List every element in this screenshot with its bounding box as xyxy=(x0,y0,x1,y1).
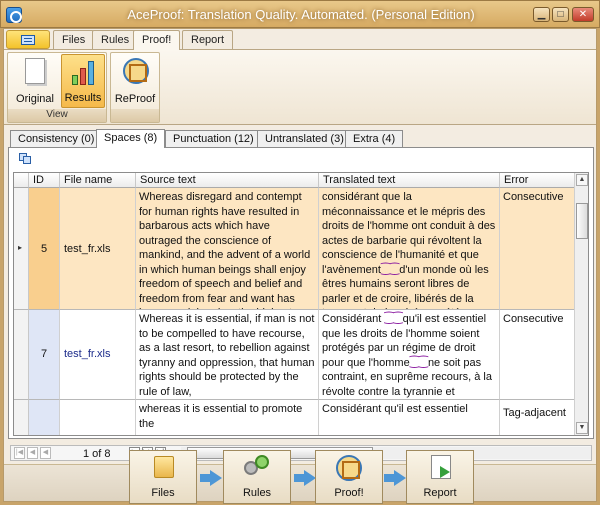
view-group: Original Results View xyxy=(7,52,107,123)
ribbon-tab-rules[interactable]: Rules xyxy=(92,30,139,49)
consecutive-space-marker: ⁐⁐ xyxy=(409,356,428,369)
menu-icon xyxy=(21,35,35,45)
report-icon xyxy=(431,455,451,479)
workflow-report-label: Report xyxy=(423,487,457,499)
consecutive-space-marker: ⁐⁐ xyxy=(380,263,400,276)
column-header-file-name[interactable]: File name xyxy=(60,173,136,188)
vitruvian-icon xyxy=(336,455,362,481)
bar-chart-icon xyxy=(72,59,98,85)
column-header-error[interactable]: Error xyxy=(500,173,576,188)
table-row-id[interactable] xyxy=(29,400,60,435)
application-menu-button[interactable] xyxy=(6,30,50,49)
table-row-error[interactable]: Tag-adjacent xyxy=(500,400,576,435)
workflow-proof-button[interactable]: Proof! xyxy=(315,450,383,504)
copy-icon[interactable] xyxy=(19,153,31,164)
original-button[interactable]: Original xyxy=(13,54,57,108)
table-row-5-id[interactable]: 5 xyxy=(29,188,60,310)
window-title: AceProof: Translation Quality. Automated… xyxy=(127,7,475,22)
ribbon-tab-strip: Files Rules Proof! Report xyxy=(4,29,596,50)
workflow-report-button[interactable]: Report xyxy=(406,450,474,504)
row-selector[interactable] xyxy=(14,400,29,435)
reproof-group-label xyxy=(111,109,159,122)
column-header-id[interactable]: ID xyxy=(29,173,60,188)
workflow-files-button[interactable]: Files xyxy=(129,450,197,504)
arrow-right-icon xyxy=(384,470,406,486)
tab-extra[interactable]: Extra (4) xyxy=(345,130,404,148)
result-tabs: Consistency (0) Spaces (8) Punctuation (… xyxy=(8,129,594,148)
results-grid: ID File name Source text Translated text… xyxy=(13,172,589,436)
reproof-group: ReProof xyxy=(110,52,160,123)
main-window: Files Rules Proof! Report Original Resul… xyxy=(3,28,597,504)
minimize-button[interactable]: ▁ xyxy=(533,7,550,22)
tab-punctuation[interactable]: Punctuation (12) xyxy=(165,130,262,148)
vitruvian-icon xyxy=(123,58,149,84)
consecutive-space-marker: ⁐⁐ xyxy=(384,313,403,325)
arrow-right-icon xyxy=(200,470,222,486)
tab-consistency[interactable]: Consistency (0) xyxy=(10,130,103,148)
close-button[interactable]: ✕ xyxy=(572,7,594,22)
table-row-7-source[interactable]: Whereas it is essential, if man is not t… xyxy=(136,310,319,400)
document-icon xyxy=(25,58,45,84)
prev-page-button[interactable]: ◀ xyxy=(27,447,38,459)
column-header-translated-text[interactable]: Translated text xyxy=(319,173,500,188)
column-header-source-text[interactable]: Source text xyxy=(136,173,319,188)
results-label: Results xyxy=(64,92,102,104)
results-panel: ID File name Source text Translated text… xyxy=(8,147,594,439)
view-group-label: View xyxy=(8,109,106,122)
table-row-5-source[interactable]: Whereas disregard and contempt for human… xyxy=(136,188,319,310)
tab-spaces[interactable]: Spaces (8) xyxy=(96,129,166,148)
first-page-button[interactable]: |◀ xyxy=(14,447,25,459)
maximize-button[interactable]: □ xyxy=(552,7,569,22)
row-selector-header xyxy=(14,173,29,188)
ribbon-tab-report[interactable]: Report xyxy=(182,30,234,49)
table-row-7-file[interactable]: test_fr.xls xyxy=(60,310,136,400)
row-selector[interactable] xyxy=(14,310,29,400)
table-row-7-error[interactable]: Consecutive xyxy=(500,310,576,400)
ribbon-tab-files[interactable]: Files xyxy=(53,30,95,49)
scroll-down-button[interactable]: ▼ xyxy=(576,422,588,434)
table-row-file[interactable] xyxy=(60,400,136,435)
current-row-indicator: ▸ xyxy=(18,243,23,252)
row-selector[interactable]: ▸ xyxy=(14,188,29,310)
table-row-7-id[interactable]: 7 xyxy=(29,310,60,400)
workflow-rules-button[interactable]: Rules xyxy=(223,450,291,504)
workflow-files-label: Files xyxy=(151,487,175,499)
original-label: Original xyxy=(16,93,54,105)
table-row-5-file[interactable]: test_fr.xls xyxy=(60,188,136,310)
workflow-bar: Files Rules Proof! Report xyxy=(4,450,596,504)
table-row-7-translated[interactable]: Considérant ⁐⁐qu'il est essentiel que le… xyxy=(319,310,500,400)
scroll-thumb[interactable] xyxy=(576,203,588,239)
scroll-up-button[interactable]: ▲ xyxy=(576,174,588,186)
vertical-scrollbar[interactable]: ▲ ▼ xyxy=(574,173,588,435)
prev-page-button-2[interactable]: ◀ xyxy=(40,447,51,459)
ribbon-tab-proof[interactable]: Proof! xyxy=(133,30,181,50)
tab-untranslated[interactable]: Untranslated (3) xyxy=(257,130,352,148)
gears-icon xyxy=(244,455,270,479)
table-row-5-error[interactable]: Consecutive xyxy=(500,188,576,310)
table-row-5-translated[interactable]: considérant que la méconnaissance et le … xyxy=(319,188,500,310)
workflow-proof-label: Proof! xyxy=(334,487,364,499)
workflow-rules-label: Rules xyxy=(242,487,272,499)
pager: |◀ ◀ ◀ 1 of 8 ▶ ▶▶ ▶| xyxy=(10,445,592,461)
reproof-label: ReProof xyxy=(114,93,156,105)
table-row-translated[interactable]: Considérant qu'il est essentiel xyxy=(319,400,500,435)
reproof-button[interactable]: ReProof xyxy=(113,54,157,108)
title-bar: AceProof: Translation Quality. Automated… xyxy=(0,0,600,28)
ribbon-panel: Original Results View ReProof xyxy=(4,49,596,125)
results-button[interactable]: Results xyxy=(61,54,105,108)
folder-icon xyxy=(154,456,174,478)
table-row-source[interactable]: whereas it is essential to promote the xyxy=(136,400,319,435)
page-indicator: 1 of 8 xyxy=(83,448,111,460)
